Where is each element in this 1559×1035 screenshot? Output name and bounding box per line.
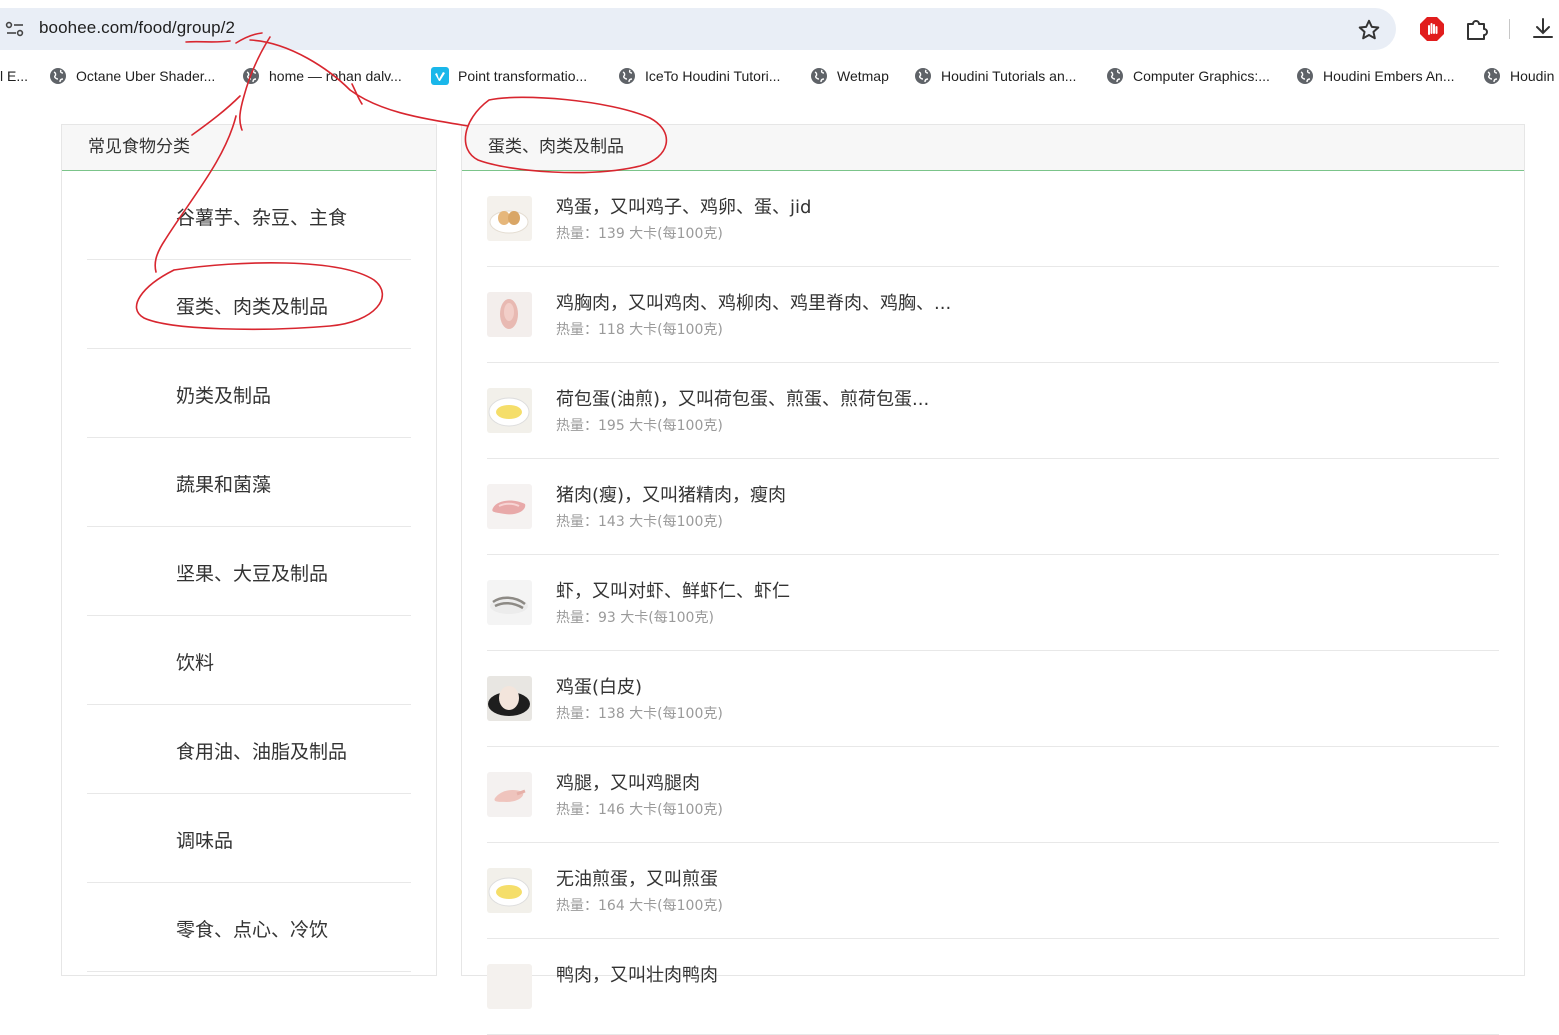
bookmark-item[interactable]: Computer Graphics:...: [1106, 62, 1270, 90]
food-calories: 热量：143 大卡(每100克): [556, 514, 723, 530]
food-item[interactable]: 鸡蛋(白皮) 热量：138 大卡(每100克): [487, 651, 1499, 747]
bookmark-label: Octane Uber Shader...: [76, 68, 216, 84]
bookmark-item[interactable]: Houdini Embers An...: [1296, 62, 1455, 90]
food-calories: 热量：93 大卡(每100克): [556, 610, 714, 626]
food-name[interactable]: 鸡胸肉，又叫鸡肉、鸡柳肉、鸡里脊肉、鸡胸、...: [556, 289, 951, 315]
food-calories: 热量：139 大卡(每100克): [556, 226, 723, 242]
bookmark-label: IceTo Houdini Tutori...: [645, 68, 781, 84]
food-name[interactable]: 鸡腿，又叫鸡腿肉: [556, 769, 700, 795]
food-name[interactable]: 猪肉(瘦)，又叫猪精肉，瘦肉: [556, 481, 786, 507]
bookmark-item[interactable]: Houdini Tutorials an...: [914, 62, 1076, 90]
food-name[interactable]: 鸡蛋，又叫鸡子、鸡卵、蛋、jid: [556, 193, 811, 219]
category-label[interactable]: 蛋类、肉类及制品: [176, 292, 328, 319]
address-bar[interactable]: boohee.com/food/group/2: [0, 8, 1396, 50]
category-item[interactable]: 谷薯芋、杂豆、主食: [87, 171, 411, 260]
food-panel: 蛋类、肉类及制品 鸡蛋，又叫鸡子、鸡卵、蛋、jid 热量：139 大卡(每100…: [461, 124, 1525, 1035]
bookmark-item[interactable]: Octane Uber Shader...: [49, 62, 215, 90]
food-item[interactable]: 鸡蛋，又叫鸡子、鸡卵、蛋、jid 热量：139 大卡(每100克): [487, 171, 1499, 267]
category-panel-title: 常见食物分类: [62, 125, 436, 171]
white-egg-thumbnail[interactable]: [487, 676, 532, 721]
globe-icon: [619, 68, 635, 84]
chicken-leg-thumbnail[interactable]: [487, 772, 532, 817]
star-icon[interactable]: [1356, 17, 1382, 43]
globe-icon: [811, 68, 827, 84]
food-name[interactable]: 鸭肉，又叫壮肉鸭肉: [556, 961, 718, 987]
food-name[interactable]: 荷包蛋(油煎)，又叫荷包蛋、煎蛋、煎荷包蛋...: [556, 385, 929, 411]
food-item[interactable]: 鸡腿，又叫鸡腿肉 热量：146 大卡(每100克): [487, 747, 1499, 843]
category-item[interactable]: 零食、点心、冷饮: [87, 883, 411, 972]
category-list: 谷薯芋、杂豆、主食 蛋类、肉类及制品 奶类及制品 蔬果和菌藻 坚果、大豆及制品 …: [87, 171, 411, 972]
stop-hand-icon[interactable]: [1419, 16, 1445, 42]
food-item[interactable]: 猪肉(瘦)，又叫猪精肉，瘦肉 热量：143 大卡(每100克): [487, 459, 1499, 555]
fried-egg-thumbnail[interactable]: [487, 868, 532, 913]
duck-thumbnail[interactable]: [487, 964, 532, 1009]
bookmark-label: Houdini Tutorials an...: [941, 68, 1077, 84]
food-name[interactable]: 无油煎蛋，又叫煎蛋: [556, 865, 718, 891]
category-item-active[interactable]: 蛋类、肉类及制品: [87, 260, 411, 349]
bookmark-item[interactable]: IceTo Houdini Tutori...: [618, 62, 780, 90]
food-calories: 热量：164 大卡(每100克): [556, 898, 723, 914]
food-calories: 热量：138 大卡(每100克): [556, 706, 723, 722]
food-item[interactable]: 鸭肉，又叫壮肉鸭肉: [487, 939, 1499, 1035]
pork-thumbnail[interactable]: [487, 484, 532, 529]
bookmark-label: Wetmap: [837, 68, 889, 84]
toolbar-divider: [1509, 19, 1510, 39]
category-label[interactable]: 蔬果和菌藻: [176, 470, 271, 497]
food-calories: 热量：118 大卡(每100克): [556, 322, 723, 338]
bookmarks-bar: l E... Octane Uber Shader... home — roha…: [0, 62, 1559, 90]
bookmark-label: Houdini Embers An...: [1323, 68, 1455, 84]
food-name[interactable]: 虾，又叫对虾、鲜虾仁、虾仁: [556, 577, 790, 603]
category-label[interactable]: 奶类及制品: [176, 381, 271, 408]
url-text[interactable]: boohee.com/food/group/2: [39, 18, 235, 38]
category-item[interactable]: 奶类及制品: [87, 349, 411, 438]
globe-icon: [915, 68, 931, 84]
food-item[interactable]: 无油煎蛋，又叫煎蛋 热量：164 大卡(每100克): [487, 843, 1499, 939]
chicken-breast-thumbnail[interactable]: [487, 292, 532, 337]
food-list: 鸡蛋，又叫鸡子、鸡卵、蛋、jid 热量：139 大卡(每100克) 鸡胸肉，又叫…: [487, 171, 1499, 1035]
food-item[interactable]: 荷包蛋(油煎)，又叫荷包蛋、煎蛋、煎荷包蛋... 热量：195 大卡(每100克…: [487, 363, 1499, 459]
category-item[interactable]: 调味品: [87, 794, 411, 883]
category-panel: 常见食物分类 谷薯芋、杂豆、主食 蛋类、肉类及制品 奶类及制品 蔬果和菌藻 坚果…: [61, 124, 437, 976]
category-item[interactable]: 坚果、大豆及制品: [87, 527, 411, 616]
globe-icon: [1107, 68, 1123, 84]
bookmark-item[interactable]: home — rohan dalv...: [242, 62, 402, 90]
globe-icon: [1484, 68, 1500, 84]
bookmark-label: Houdin: [1510, 68, 1555, 84]
category-label[interactable]: 谷薯芋、杂豆、主食: [176, 203, 347, 230]
food-calories: 热量：195 大卡(每100克): [556, 418, 723, 434]
food-name[interactable]: 鸡蛋(白皮): [556, 673, 642, 699]
vimeo-icon: [431, 67, 449, 85]
category-label[interactable]: 零食、点心、冷饮: [176, 915, 328, 942]
site-info-icon[interactable]: [4, 19, 26, 39]
food-panel-title: 蛋类、肉类及制品: [462, 125, 1524, 171]
download-icon[interactable]: [1530, 15, 1556, 41]
puzzle-icon[interactable]: [1464, 16, 1490, 42]
bookmark-item[interactable]: Houdin: [1483, 62, 1554, 90]
bookmark-label: home — rohan dalv...: [269, 68, 402, 84]
shrimp-thumbnail[interactable]: [487, 580, 532, 625]
bookmark-item[interactable]: Point transformatio...: [431, 62, 587, 90]
category-item[interactable]: 食用油、油脂及制品: [87, 705, 411, 794]
egg-thumbnail[interactable]: [487, 196, 532, 241]
bookmark-item[interactable]: Wetmap: [810, 62, 889, 90]
bookmark-label: Computer Graphics:...: [1133, 68, 1270, 84]
category-label[interactable]: 坚果、大豆及制品: [176, 559, 328, 586]
category-item[interactable]: 蔬果和菌藻: [87, 438, 411, 527]
food-item[interactable]: 鸡胸肉，又叫鸡肉、鸡柳肉、鸡里脊肉、鸡胸、... 热量：118 大卡(每100克…: [487, 267, 1499, 363]
globe-icon: [1297, 68, 1313, 84]
category-label[interactable]: 饮料: [176, 648, 214, 675]
category-label[interactable]: 食用油、油脂及制品: [176, 737, 347, 764]
bookmark-item[interactable]: l E...: [0, 62, 28, 90]
category-item[interactable]: 饮料: [87, 616, 411, 705]
food-item[interactable]: 虾，又叫对虾、鲜虾仁、虾仁 热量：93 大卡(每100克): [487, 555, 1499, 651]
globe-icon: [50, 68, 66, 84]
bookmark-label: Point transformatio...: [458, 68, 588, 84]
globe-icon: [243, 68, 259, 84]
category-label[interactable]: 调味品: [176, 826, 233, 853]
fried-egg-thumbnail[interactable]: [487, 388, 532, 433]
food-calories: 热量：146 大卡(每100克): [556, 802, 723, 818]
bookmark-label: l E...: [0, 68, 29, 84]
